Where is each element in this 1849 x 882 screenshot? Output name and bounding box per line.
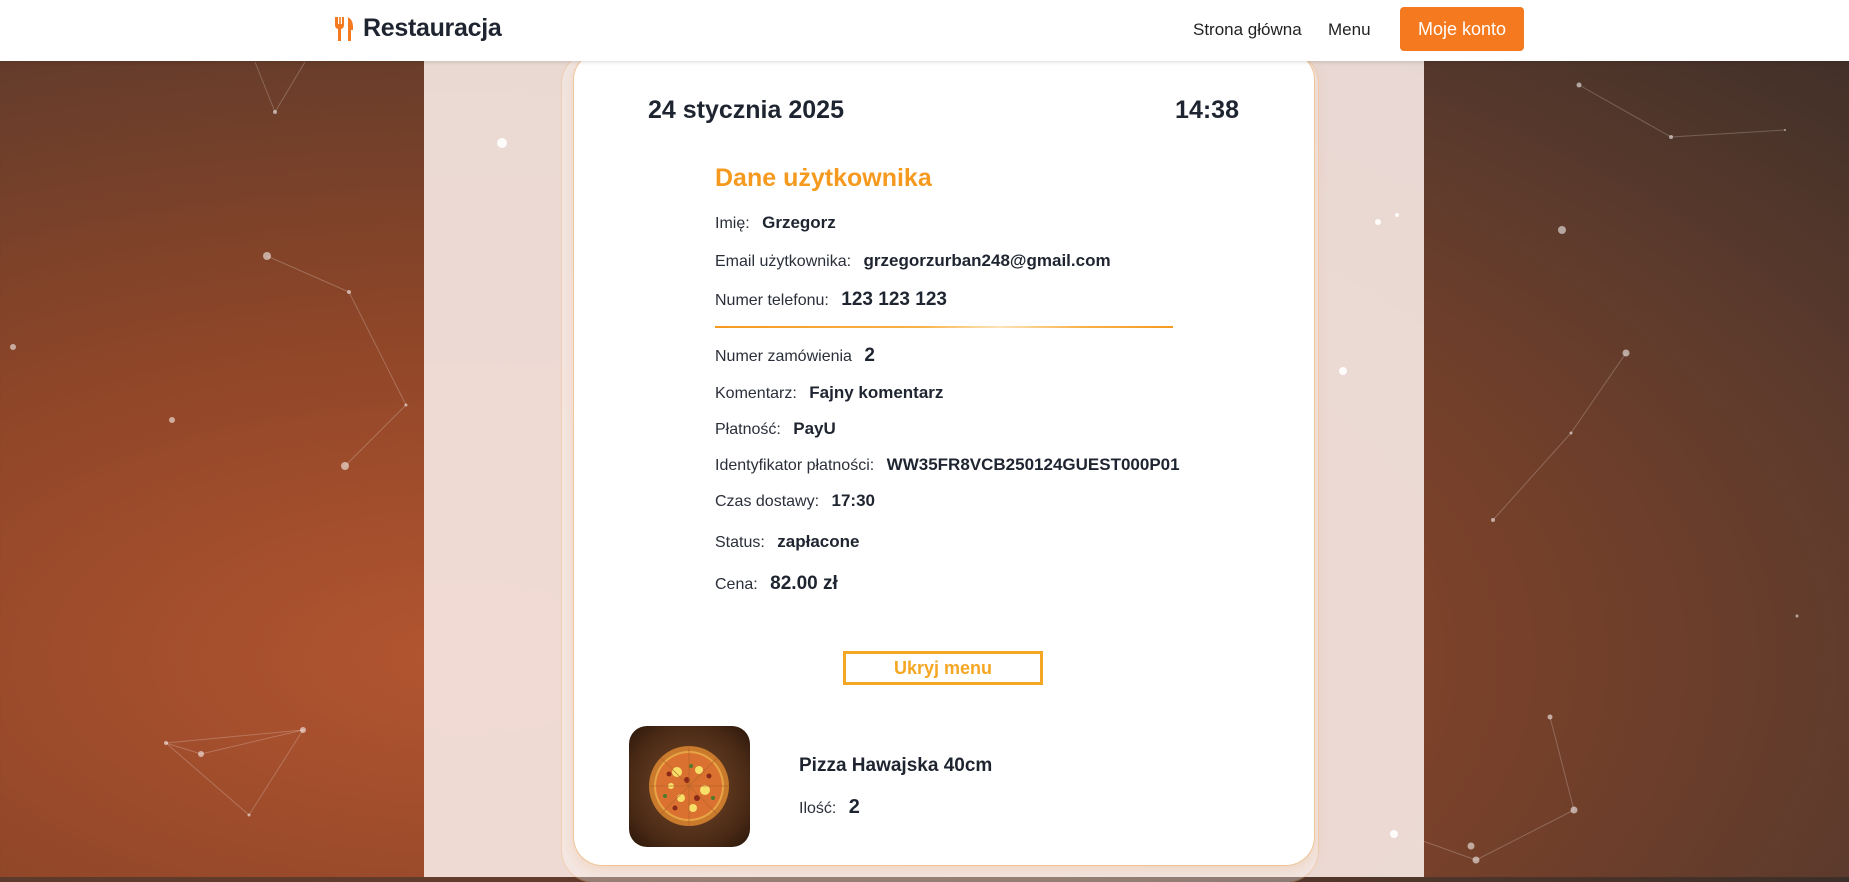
user-email-row: Email użytkownika: grzegorzurban248@gmai…	[715, 251, 1111, 271]
user-phone-value: 123 123 123	[841, 289, 947, 310]
section-divider	[715, 326, 1173, 328]
user-phone-label: Numer telefonu:	[715, 292, 829, 309]
payment-value: PayU	[793, 419, 836, 438]
price-row: Cena: 82.00 zł	[715, 573, 838, 595]
item-quantity-value: 2	[848, 796, 860, 818]
order-number-label: Numer zamówienia	[715, 348, 852, 365]
user-name-value: Grzegorz	[762, 213, 836, 232]
status-value: zapłacone	[777, 532, 860, 551]
order-number-row: Numer zamówienia 2	[715, 345, 875, 367]
pizza-image	[629, 726, 750, 847]
order-date: 24 stycznia 2025	[648, 96, 844, 124]
comment-value: Fajny komentarz	[809, 383, 944, 402]
status-label: Status:	[715, 534, 765, 551]
status-row: Status: zapłacone	[715, 532, 859, 552]
pizza-illustration	[649, 746, 729, 826]
user-email-value: grzegorzurban248@gmail.com	[863, 251, 1111, 270]
order-number-value: 2	[864, 345, 875, 366]
user-name-label: Imię:	[715, 215, 750, 232]
brand-logo[interactable]: Restauracja	[333, 14, 502, 43]
payment-label: Płatność:	[715, 421, 781, 438]
item-quantity-label: Ilość:	[799, 800, 837, 817]
user-email-label: Email użytkownika:	[715, 253, 852, 270]
fork-knife-icon	[334, 16, 353, 41]
payment-id-label: Identyfikator płatności:	[715, 457, 875, 474]
order-time: 14:38	[1175, 96, 1239, 124]
delivery-time-value: 17:30	[831, 491, 875, 510]
price-value: 82.00 zł	[770, 573, 838, 594]
user-data-heading: Dane użytkownika	[715, 164, 932, 192]
order-card: 24 stycznia 2025 14:38 Dane użytkownika …	[574, 52, 1314, 865]
item-quantity-row: Ilość: 2	[799, 796, 860, 819]
comment-row: Komentarz: Fajny komentarz	[715, 383, 943, 403]
price-label: Cena:	[715, 576, 758, 593]
item-name: Pizza Hawajska 40cm	[799, 755, 993, 776]
payment-row: Płatność: PayU	[715, 419, 836, 439]
my-account-button[interactable]: Moje konto	[1400, 7, 1524, 51]
payment-id-row: Identyfikator płatności: WW35FR8VCB25012…	[715, 455, 1180, 475]
user-phone-row: Numer telefonu: 123 123 123	[715, 289, 947, 311]
delivery-time-row: Czas dostawy: 17:30	[715, 491, 875, 511]
nav-home-link[interactable]: Strona główna	[1193, 20, 1302, 40]
hide-menu-button[interactable]: Ukryj menu	[843, 651, 1043, 685]
brand-name: Restauracja	[363, 14, 502, 42]
nav-menu-link[interactable]: Menu	[1328, 20, 1371, 40]
top-navbar: Restauracja Strona główna Menu Moje kont…	[0, 0, 1849, 61]
delivery-time-label: Czas dostawy:	[715, 493, 820, 510]
comment-label: Komentarz:	[715, 385, 797, 402]
user-name-row: Imię: Grzegorz	[715, 213, 836, 233]
payment-id-value: WW35FR8VCB250124GUEST000P01	[886, 455, 1180, 474]
